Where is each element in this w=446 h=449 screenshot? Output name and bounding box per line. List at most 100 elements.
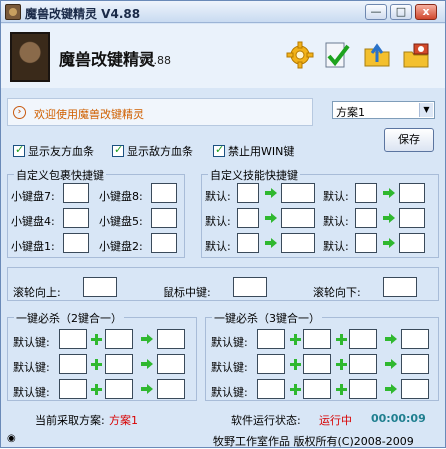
combo2-result-input[interactable] [157, 329, 185, 349]
combo3-key3-input[interactable] [349, 329, 377, 349]
combo3-key1-input[interactable] [257, 379, 285, 399]
skill-default-input[interactable] [237, 208, 259, 228]
minimize-button[interactable]: — [365, 4, 387, 20]
skill-default-label: 默认: [205, 215, 231, 228]
plus-icon [290, 359, 301, 370]
wheel-up-label: 滚轮向上: [13, 286, 61, 299]
combo2-key1-input[interactable] [59, 354, 87, 374]
wheel-down-label: 滚轮向下: [313, 286, 361, 299]
middle-button-label: 鼠标中键: [163, 286, 211, 299]
plus-icon [91, 359, 102, 370]
arrow-right-icon [383, 188, 395, 198]
combo3-key2-input[interactable] [303, 329, 331, 349]
combo2-default-label: 默认键: [13, 386, 50, 399]
middle-button-input[interactable] [233, 277, 267, 297]
combo2-result-input[interactable] [157, 379, 185, 399]
combo3-result-input[interactable] [401, 354, 429, 374]
plus-icon [290, 334, 301, 345]
window-title: 魔兽改键精灵 V4.88 [25, 7, 141, 21]
footer: ◉ 牧野工作室作品 版权所有(C)2008-2009 [1, 431, 445, 449]
combo2-key1-input[interactable] [59, 329, 87, 349]
current-scheme-value: 方案1 [109, 414, 138, 427]
combo3-result-input[interactable] [401, 329, 429, 349]
show-enemy-hp-checkbox[interactable]: 显示敌方血条 [112, 143, 193, 159]
status-bar: 当前采取方案: 方案1 软件运行状态: 运行中 00:00:09 [1, 405, 445, 431]
skill-mapped-input[interactable] [281, 233, 315, 253]
scheme-select[interactable]: 方案1 ▼ [332, 101, 435, 119]
checkbox-label: 显示敌方血条 [127, 145, 193, 158]
current-scheme-label: 当前采取方案: [35, 414, 105, 427]
numpad4-label: 小键盘4: [11, 215, 55, 228]
combo2-key1-input[interactable] [59, 379, 87, 399]
arrow-right-icon [141, 359, 153, 369]
skill-mapped-input[interactable] [281, 183, 315, 203]
skill-mapped-input[interactable] [399, 183, 425, 203]
title-bar[interactable]: 魔兽改键精灵 V4.88 — □ x [1, 1, 445, 23]
run-state-label: 软件运行状态: [231, 414, 301, 427]
skill-default-input[interactable] [355, 208, 377, 228]
numpad7-input[interactable] [63, 183, 89, 203]
skill-mapped-input[interactable] [399, 208, 425, 228]
wheel-down-input[interactable] [383, 277, 417, 297]
checkbox-box[interactable] [13, 143, 25, 157]
skill-default-input[interactable] [355, 183, 377, 203]
arrow-right-icon [265, 188, 277, 198]
skill-group-title: 自定义技能快捷键 [208, 167, 300, 183]
checkbox-label: 显示友方血条 [28, 145, 94, 158]
gear-icon[interactable] [285, 40, 315, 70]
hero-portrait-image [10, 32, 50, 82]
plus-icon [336, 384, 347, 395]
combo3-key1-input[interactable] [257, 354, 285, 374]
skill-default-label: 默认: [323, 215, 349, 228]
combo3-key2-input[interactable] [303, 379, 331, 399]
skill-mapped-input[interactable] [281, 208, 315, 228]
arrow-right-icon [383, 238, 395, 248]
brand-version: V4.88 [139, 54, 172, 67]
checkbox-box[interactable] [112, 143, 124, 157]
maximize-button[interactable]: □ [390, 4, 412, 20]
chevron-down-icon[interactable]: ▼ [419, 103, 433, 117]
combo3-key1-input[interactable] [257, 329, 285, 349]
numpad5-label: 小键盘5: [99, 215, 143, 228]
numpad1-input[interactable] [63, 233, 89, 253]
copyright-text: 牧野工作室作品 版权所有(C)2008-2009 [213, 435, 414, 448]
skill-default-input[interactable] [237, 233, 259, 253]
combo2-key2-input[interactable] [105, 329, 133, 349]
combo2-key2-input[interactable] [105, 354, 133, 374]
skill-mapped-input[interactable] [399, 233, 425, 253]
skill-default-label: 默认: [323, 240, 349, 253]
show-friendly-hp-checkbox[interactable]: 显示友方血条 [13, 143, 94, 159]
combo2-result-input[interactable] [157, 354, 185, 374]
combo3-default-label: 默认键: [211, 336, 248, 349]
camera-icon[interactable] [401, 40, 431, 70]
folder-icon[interactable] [362, 40, 392, 70]
numpad5-input[interactable] [151, 208, 177, 228]
mouse-hotkey-group [7, 267, 439, 301]
combo3-key3-input[interactable] [349, 354, 377, 374]
numpad2-input[interactable] [151, 233, 177, 253]
skill-default-input[interactable] [355, 233, 377, 253]
arrow-right-icon [385, 334, 397, 344]
plus-icon [336, 359, 347, 370]
plus-icon [91, 334, 102, 345]
combo3-key2-input[interactable] [303, 354, 331, 374]
combo2-key2-input[interactable] [105, 379, 133, 399]
numpad8-input[interactable] [151, 183, 177, 203]
combo3-default-label: 默认键: [211, 361, 248, 374]
numpad2-label: 小键盘2: [99, 240, 143, 253]
combo3-result-input[interactable] [401, 379, 429, 399]
combo3-key3-input[interactable] [349, 379, 377, 399]
wheel-up-input[interactable] [83, 277, 117, 297]
arrow-right-icon [385, 384, 397, 394]
close-button[interactable]: x [415, 4, 437, 20]
scheme-select-value: 方案1 [336, 106, 365, 119]
checkbox-box[interactable] [213, 143, 225, 157]
disable-win-key-checkbox[interactable]: 禁止用WIN键 [213, 143, 294, 159]
combo2-default-label: 默认键: [13, 361, 50, 374]
save-button[interactable]: 保存 [384, 128, 434, 152]
check-icon[interactable] [321, 40, 351, 70]
numpad4-input[interactable] [63, 208, 89, 228]
skill-default-input[interactable] [237, 183, 259, 203]
arrow-right-icon [265, 238, 277, 248]
plus-icon [336, 334, 347, 345]
